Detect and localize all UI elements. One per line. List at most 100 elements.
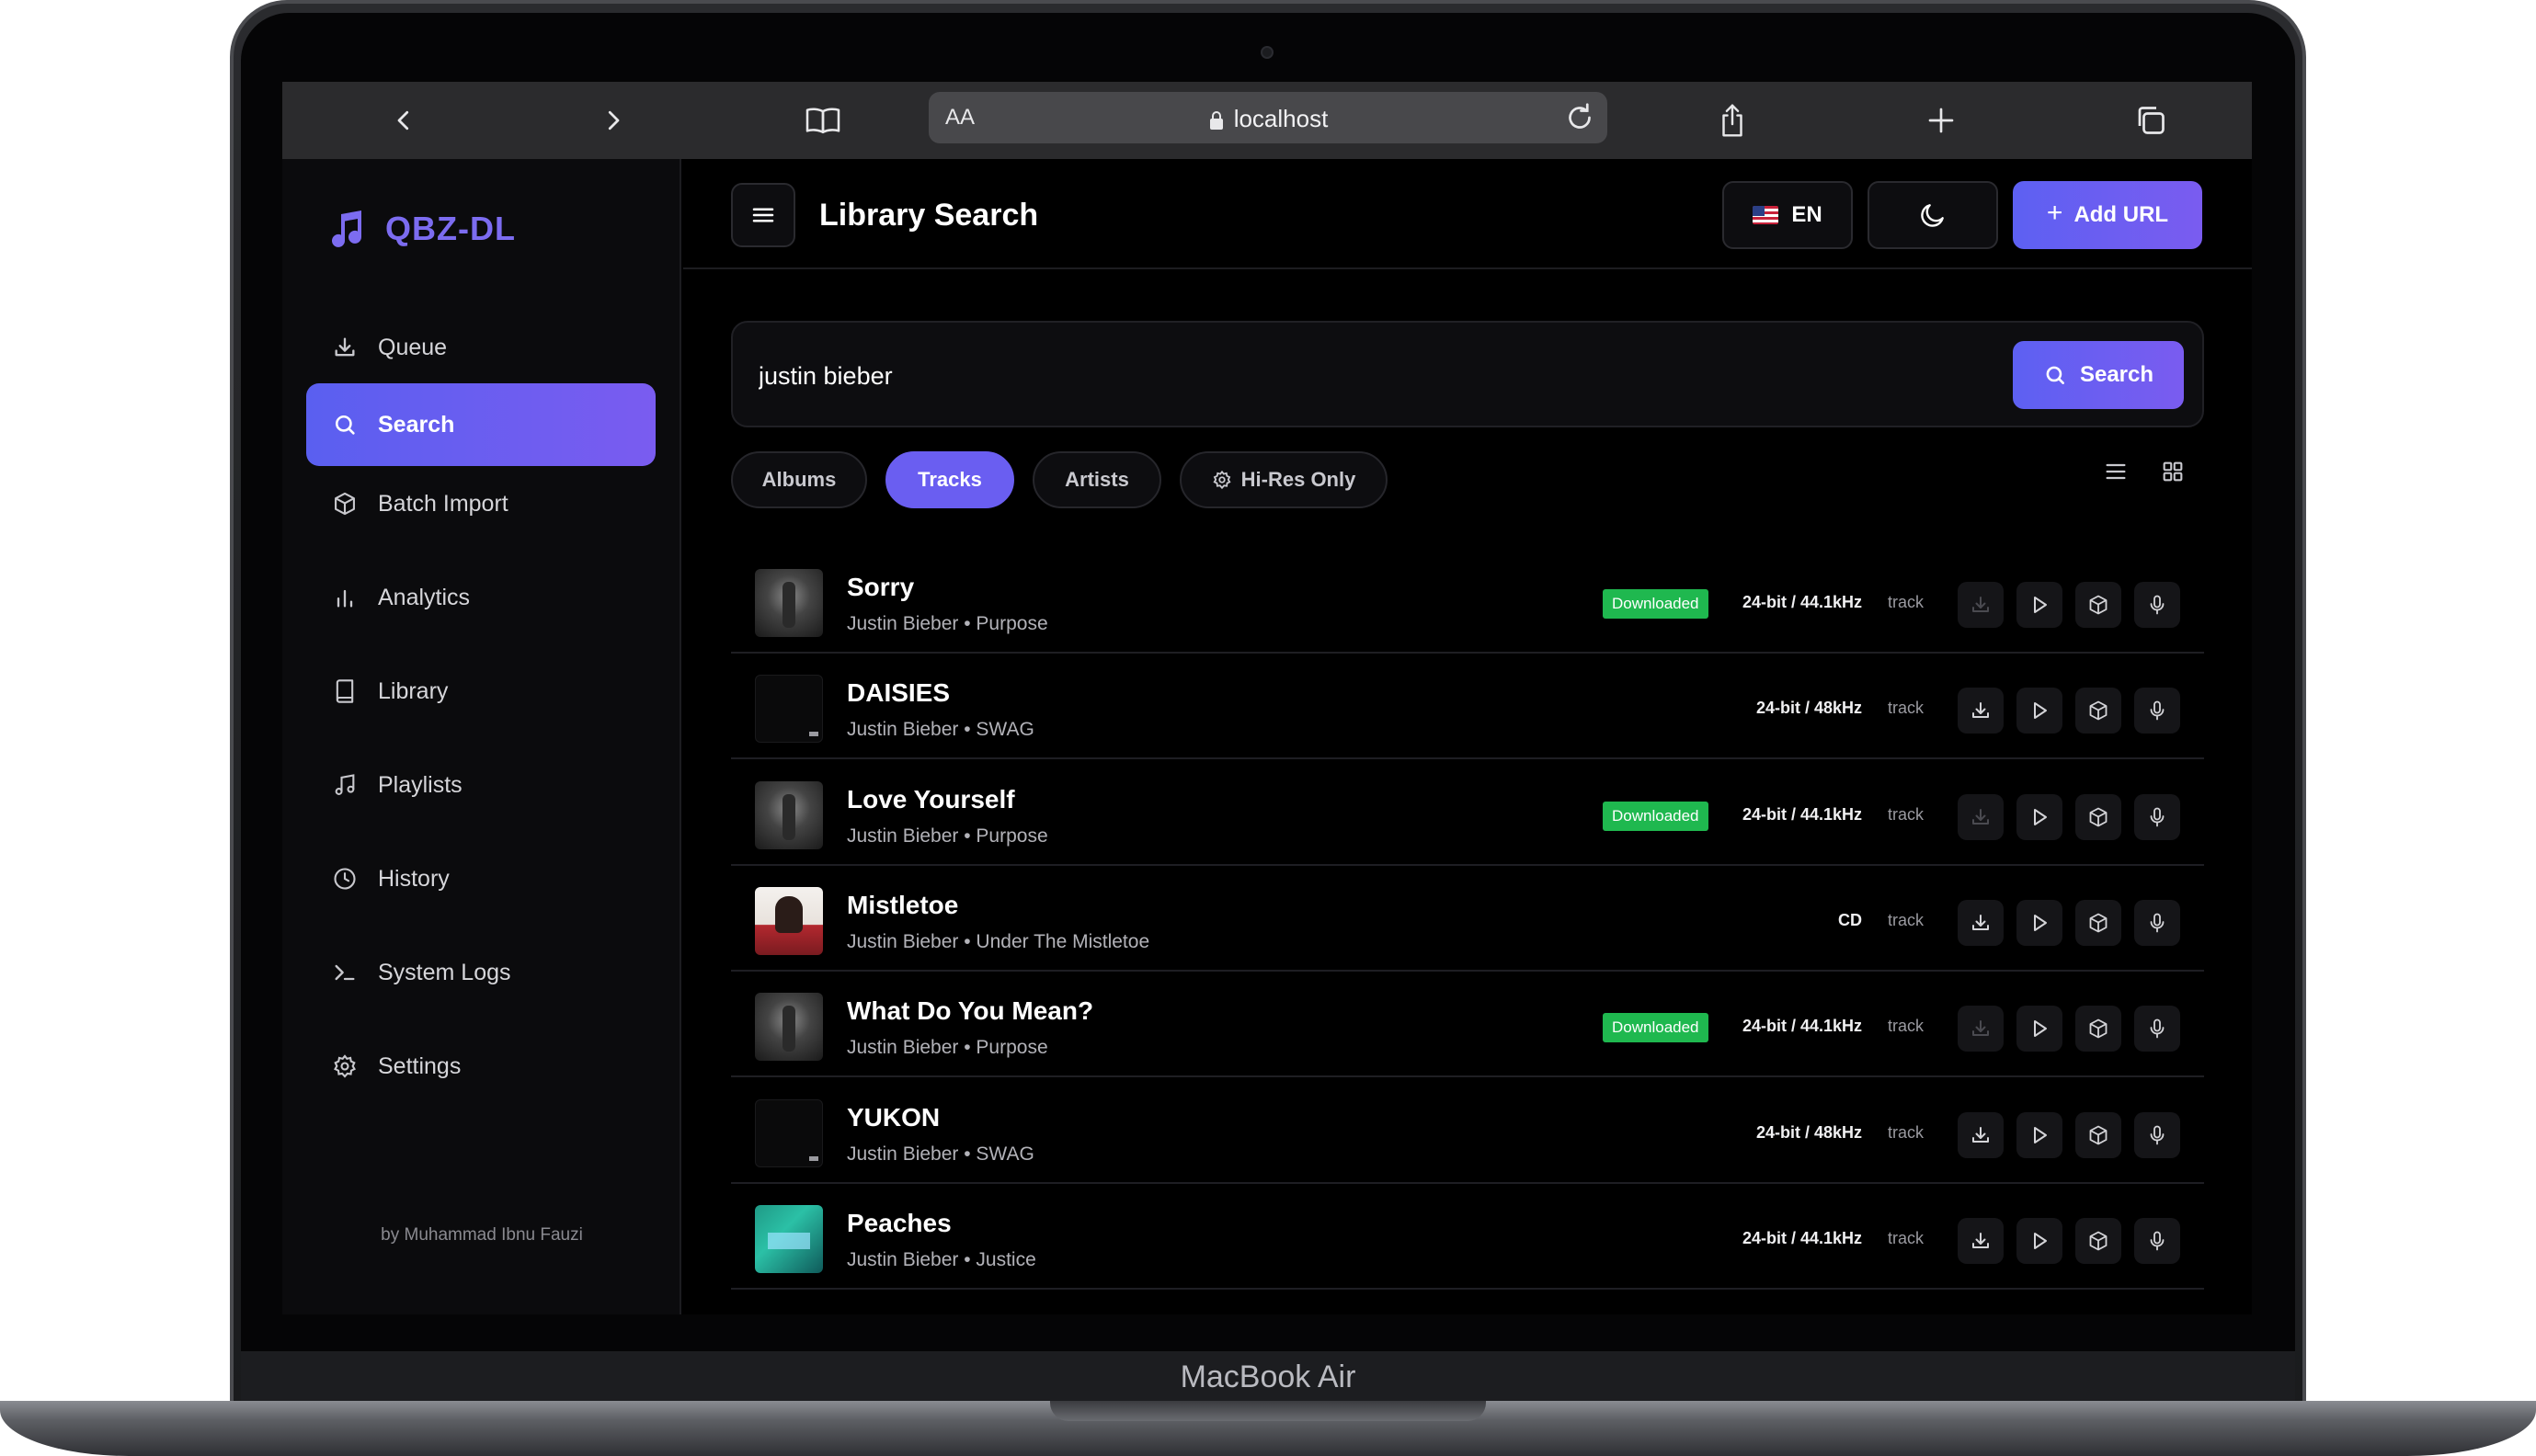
download-button[interactable] (1958, 793, 2004, 840)
album-cover (755, 1204, 823, 1273)
play-button[interactable] (2016, 1006, 2062, 1052)
sidebar-item-label: Library (378, 677, 449, 704)
filter-tracks[interactable]: Tracks (885, 451, 1014, 508)
track-row[interactable]: What Do You Mean? Justin Bieber • Purpose… (731, 973, 2204, 1078)
play-icon (2028, 1018, 2051, 1040)
quality-label: CD (1838, 910, 1862, 929)
play-button[interactable] (2016, 793, 2062, 840)
track-row[interactable]: DAISIES Justin Bieber • SWAG 24-bit / 48kH… (731, 654, 2204, 760)
download-icon (1970, 912, 1992, 934)
bookmarks-icon[interactable] (801, 98, 845, 142)
download-button[interactable] (1958, 688, 2004, 734)
music-note-logo-icon (332, 210, 361, 247)
track-row[interactable]: Sorry Justin Bieber • Purpose Downloaded 24… (731, 549, 2204, 654)
language-selector[interactable]: EN (1722, 181, 1853, 249)
search-button[interactable]: Search (2013, 341, 2184, 409)
lyrics-button[interactable] (2134, 582, 2180, 628)
quality-label: 24-bit / 44.1kHz (1742, 1017, 1862, 1036)
item-type-label: track (1888, 1122, 1925, 1142)
download-button[interactable] (1958, 1111, 2004, 1158)
package-button[interactable] (2075, 1111, 2121, 1158)
sidebar-item-analytics[interactable]: Analytics (306, 556, 656, 639)
track-title: Peaches (847, 1208, 952, 1237)
package-button[interactable] (2075, 899, 2121, 946)
package-button[interactable] (2075, 1006, 2121, 1052)
track-row[interactable]: YUKON Justin Bieber • SWAG 24-bit / 48kHz t… (731, 1079, 2204, 1184)
track-title: Love Yourself (847, 784, 1015, 813)
album-cover (755, 886, 823, 955)
tabs-overview-icon[interactable] (2129, 98, 2173, 142)
album-cover (755, 1098, 823, 1167)
new-tab-icon[interactable] (1919, 98, 1963, 142)
downloaded-badge: Downloaded (1603, 589, 1708, 619)
menu-toggle-button[interactable] (731, 183, 795, 247)
play-icon (2028, 594, 2051, 616)
sidebar-item-batch-import[interactable]: Batch Import (306, 462, 656, 545)
footer-credit: by Muhammad Ibnu Fauzi (381, 1225, 583, 1245)
download-button[interactable] (1958, 582, 2004, 628)
lyrics-button[interactable] (2134, 1111, 2180, 1158)
download-button[interactable] (1958, 1006, 2004, 1052)
track-row[interactable]: Mistletoe Justin Bieber • Under The Mistl… (731, 867, 2204, 972)
filter-artists[interactable]: Artists (1033, 451, 1161, 508)
track-title: Mistletoe (847, 890, 959, 919)
package-icon (2087, 700, 2109, 722)
microphone-icon (2146, 806, 2168, 828)
share-icon[interactable] (1710, 98, 1754, 142)
track-subtitle: Justin Bieber • SWAG (847, 719, 1034, 741)
package-button[interactable] (2075, 688, 2121, 734)
forward-icon[interactable] (591, 98, 635, 142)
app-logo[interactable]: QBZ-DL (325, 207, 516, 251)
sidebar-item-search[interactable]: Search (306, 383, 656, 466)
track-subtitle: Justin Bieber • Purpose (847, 613, 1048, 634)
package-icon (2087, 1018, 2109, 1040)
list-view-icon[interactable] (2097, 453, 2134, 490)
sidebar-item-settings[interactable]: Settings (306, 1025, 656, 1108)
microphone-icon (2146, 594, 2168, 616)
filter-albums[interactable]: Albums (731, 451, 867, 508)
address-bar[interactable]: AA localhost (929, 92, 1607, 143)
package-button[interactable] (2075, 1217, 2121, 1264)
sidebar-item-queue[interactable]: Queue (306, 306, 656, 389)
search-input[interactable] (759, 350, 1954, 402)
filter-hi-res-only[interactable]: Hi-Res Only (1180, 451, 1388, 508)
album-cover (755, 569, 823, 637)
package-icon (2087, 1124, 2109, 1146)
track-row[interactable]: Love Yourself Justin Bieber • Purpose Down… (731, 761, 2204, 866)
downloaded-badge: Downloaded (1603, 1013, 1708, 1043)
lyrics-button[interactable] (2134, 1217, 2180, 1264)
url-display: localhost (929, 105, 1607, 133)
package-button[interactable] (2075, 793, 2121, 840)
theme-toggle-button[interactable] (1868, 181, 1998, 249)
search-icon (332, 412, 358, 438)
microphone-icon (2146, 1124, 2168, 1146)
track-row[interactable]: Peaches Justin Bieber • Justice 24-bit / 4… (731, 1185, 2204, 1290)
track-subtitle: Justin Bieber • Under The Mistletoe (847, 930, 1150, 952)
play-button[interactable] (2016, 1217, 2062, 1264)
lyrics-button[interactable] (2134, 1006, 2180, 1052)
sidebar-item-label: System Logs (378, 959, 511, 985)
package-icon (2087, 1230, 2109, 1252)
item-type-label: track (1888, 804, 1925, 824)
sidebar-item-system-logs[interactable]: System Logs (306, 931, 656, 1014)
lyrics-button[interactable] (2134, 688, 2180, 734)
download-button[interactable] (1958, 899, 2004, 946)
reload-icon[interactable] (1563, 101, 1596, 134)
play-button[interactable] (2016, 688, 2062, 734)
back-icon[interactable] (382, 98, 426, 142)
lyrics-button[interactable] (2134, 899, 2180, 946)
download-icon (1970, 594, 1992, 616)
package-button[interactable] (2075, 582, 2121, 628)
sidebar-item-history[interactable]: History (306, 837, 656, 920)
play-button[interactable] (2016, 899, 2062, 946)
lyrics-button[interactable] (2134, 793, 2180, 840)
sidebar-item-playlists[interactable]: Playlists (306, 744, 656, 826)
play-button[interactable] (2016, 582, 2062, 628)
download-button[interactable] (1958, 1217, 2004, 1264)
grid-view-icon[interactable] (2154, 453, 2191, 490)
clock-icon (332, 866, 358, 892)
play-button[interactable] (2016, 1111, 2062, 1158)
package-icon (2087, 594, 2109, 616)
add-url-button[interactable]: + Add URL (2013, 181, 2202, 249)
sidebar-item-library[interactable]: Library (306, 650, 656, 733)
